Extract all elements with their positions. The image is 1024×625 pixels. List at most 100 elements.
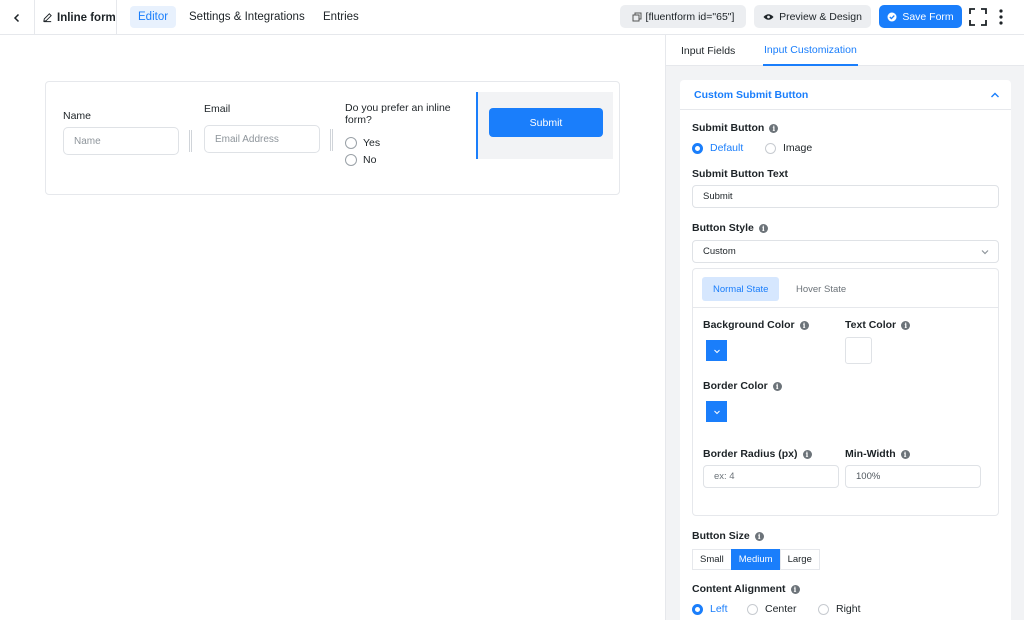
submit-text-label: Submit Button Text (692, 168, 788, 180)
settings-panel: Input Fields Input Customization Custom … (665, 35, 1024, 625)
info-icon[interactable]: i (901, 320, 911, 330)
size-small[interactable]: Small (692, 549, 732, 570)
name-input[interactable]: Name (63, 127, 179, 155)
content-alignment-label: Content Alignment i (692, 583, 800, 595)
button-style-select[interactable]: Custom (692, 240, 999, 263)
submit-column[interactable]: Submit (476, 92, 613, 159)
question-label: Do you prefer an inline form? (345, 102, 451, 126)
column-resizer[interactable] (189, 130, 192, 152)
submit-text-input[interactable]: Submit (692, 185, 999, 208)
radio-circle[interactable] (345, 154, 357, 166)
border-radius-label: Border Radius (px) i (703, 448, 812, 460)
chevron-up-icon[interactable] (989, 89, 1001, 101)
top-bar: Inline form Editor Settings & Integratio… (0, 0, 1024, 35)
email-label: Email (204, 103, 231, 115)
state-tabs: Normal State Hover State (693, 269, 998, 308)
column-resizer[interactable] (330, 129, 333, 151)
radio-circle[interactable] (765, 142, 776, 154)
min-width-label: Min-Width i (845, 448, 910, 460)
label-text: Button Style (692, 222, 754, 234)
label-text: Text Color (845, 319, 897, 331)
radio-option-yes[interactable]: Yes (345, 137, 380, 149)
form-title[interactable]: Inline form (42, 0, 116, 35)
tab-editor[interactable]: Editor (130, 6, 177, 28)
align-right[interactable]: Right (818, 603, 861, 615)
pencil-icon (43, 13, 52, 23)
radio-label: Image (783, 142, 813, 154)
radio-image[interactable]: Image (765, 142, 812, 154)
radio-label: Yes (363, 137, 381, 149)
shortcode-button[interactable]: [fluentform id="65"] (620, 5, 746, 28)
email-input[interactable]: Email Address (204, 125, 320, 153)
info-icon[interactable]: i (799, 320, 809, 330)
label-text: Border Color (703, 380, 768, 392)
form-preview-card: Name Name Email Email Address Do you pre… (45, 81, 620, 195)
radio-circle[interactable] (747, 603, 758, 615)
info-icon[interactable]: i (769, 123, 779, 133)
info-icon[interactable]: i (754, 531, 764, 541)
chevron-down-icon (713, 410, 720, 414)
radio-circle[interactable] (692, 142, 703, 154)
size-large[interactable]: Large (779, 549, 820, 570)
back-button[interactable] (0, 0, 35, 35)
tab-settings-integrations[interactable]: Settings & Integrations (181, 6, 313, 28)
align-center[interactable]: Center (747, 603, 797, 615)
radio-label: Right (836, 603, 861, 615)
chevron-down-icon (981, 250, 989, 255)
shortcode-text: [fluentform id="65"] (645, 10, 735, 23)
border-radius-input[interactable]: ex: 4 (703, 465, 839, 488)
more-options-button[interactable] (994, 7, 1008, 27)
radio-circle[interactable] (692, 603, 703, 615)
submit-button[interactable]: Submit (489, 108, 603, 137)
background-color-label: Background Color i (703, 319, 809, 331)
info-icon[interactable]: i (802, 449, 812, 459)
info-icon[interactable]: i (790, 584, 800, 594)
radio-circle[interactable] (818, 603, 829, 615)
section-title: Custom Submit Button (694, 88, 809, 101)
tab-input-fields[interactable]: Input Fields (681, 35, 735, 66)
label-text: Submit Button Text (692, 168, 789, 180)
radio-option-no[interactable]: No (345, 154, 376, 166)
label-text: Content Alignment (692, 583, 786, 595)
button-state-box: Normal State Hover State Background Colo… (692, 268, 999, 516)
text-color-picker[interactable] (845, 337, 872, 364)
section-header-custom-submit-button[interactable]: Custom Submit Button (680, 80, 1011, 110)
panel-tabs: Input Fields Input Customization (666, 35, 1024, 66)
min-width-input[interactable]: 100% (845, 465, 981, 488)
tab-input-customization[interactable]: Input Customization (763, 35, 858, 66)
fullscreen-button[interactable] (968, 7, 988, 27)
form-title-text: Inline form (57, 11, 116, 24)
info-icon[interactable]: i (758, 223, 768, 233)
save-form-button[interactable]: Save Form (879, 5, 962, 28)
chevron-down-icon (713, 349, 720, 353)
tab-hover-state[interactable]: Hover State (785, 277, 857, 301)
button-size-label: Button Size i (692, 530, 764, 542)
border-color-label: Border Color i (703, 380, 782, 392)
label-text: Submit Button (692, 122, 765, 134)
settings-card: Custom Submit Button Submit Button i Def… (680, 80, 1011, 625)
chevron-left-icon (13, 13, 20, 22)
tab-normal-state[interactable]: Normal State (702, 277, 780, 301)
info-icon[interactable]: i (900, 449, 910, 459)
button-style-label: Button Style i (692, 222, 768, 234)
background-color-picker[interactable] (706, 340, 727, 361)
eye-icon (763, 13, 774, 20)
radio-circle[interactable] (345, 137, 357, 149)
text-color-label: Text Color i (845, 319, 911, 331)
tab-entries[interactable]: Entries (315, 6, 367, 28)
button-size-selector: Small Medium Large (692, 549, 820, 570)
radio-label: Center (765, 603, 797, 615)
border-color-picker[interactable] (706, 401, 727, 422)
info-icon[interactable]: i (772, 381, 782, 391)
fullscreen-icon (969, 8, 987, 26)
size-medium[interactable]: Medium (730, 549, 781, 570)
preview-design-button[interactable]: Preview & Design (754, 5, 871, 28)
radio-label: No (363, 154, 377, 166)
divider (116, 0, 117, 35)
label-text: Border Radius (px) (703, 448, 798, 460)
align-left[interactable]: Left (692, 603, 728, 615)
submit-button-type-label: Submit Button i (692, 122, 779, 134)
save-label: Save Form (902, 10, 954, 23)
radio-label: Default (710, 142, 744, 154)
radio-default[interactable]: Default (692, 142, 743, 154)
